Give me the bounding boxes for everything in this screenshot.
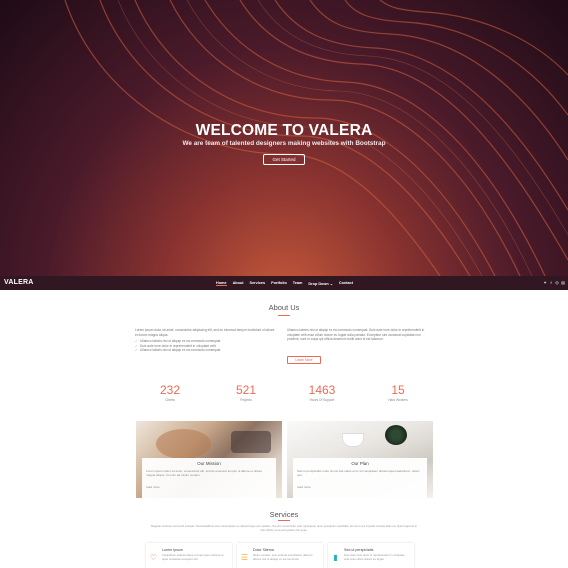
- service-title: Dolor Sitema: [253, 548, 274, 552]
- nav-item-drop-down-label: Drop Down: [308, 281, 329, 286]
- about-right-column: Ullamco laboris nisi ut aliquip ex ea co…: [287, 328, 433, 342]
- about-left-column: Lorem ipsum dolor sit amet, consectetur …: [135, 328, 275, 353]
- service-box[interactable]: ♡ Lorem Ipsum Voluptatum deleniti atque …: [146, 543, 232, 568]
- pulse-icon: ♡: [149, 553, 158, 562]
- service-box[interactable]: ☰ Dolor Sitema Minim veniam, quis nostru…: [237, 543, 323, 568]
- hero-section: WELCOME TO VALERA We are team of talente…: [0, 0, 568, 276]
- counter-workers: 15 Hard Workers: [368, 383, 428, 402]
- card-title: Our Mission: [197, 461, 221, 466]
- twitter-icon[interactable]: ✦: [543, 281, 547, 285]
- counter-value: 15: [391, 383, 405, 397]
- counter-hours: 1463 Hours Of Support: [292, 383, 352, 402]
- nav-item-services[interactable]: Services: [250, 281, 266, 286]
- card-panel: Our Mission Lorem ipsum dolor sit amet, …: [142, 458, 276, 498]
- counter-label: Clients: [165, 398, 175, 402]
- nav-item-contact[interactable]: Contact: [339, 281, 353, 286]
- social-links: ✦ f ◎ ▤: [543, 281, 565, 285]
- counter-projects: 521 Projects: [216, 383, 276, 402]
- chart-icon: ▮: [333, 553, 338, 562]
- plan-card: Our Plan Sed ut perspiciatis unde omnis …: [287, 421, 433, 498]
- get-started-button[interactable]: Get Started: [263, 154, 305, 165]
- about-right-text: Ullamco laboris nisi ut aliquip ex ea co…: [287, 328, 425, 342]
- learn-more-button[interactable]: Learn More: [287, 356, 321, 364]
- service-text: Minim veniam, quis nostrud exercitation …: [253, 553, 313, 561]
- read-more-link[interactable]: read more: [297, 485, 311, 489]
- counter-clients: 232 Clients: [140, 383, 200, 402]
- linkedin-icon[interactable]: ▤: [561, 281, 565, 285]
- counter-label: Projects: [240, 398, 252, 402]
- read-more-link[interactable]: read more: [146, 485, 160, 489]
- service-title: Sed ut perspiciatis: [344, 548, 374, 552]
- card-text: Lorem ipsum dolor sit amet, consectetur …: [146, 469, 263, 477]
- nav-item-about[interactable]: About: [233, 281, 244, 286]
- card-text: Sed ut perspiciatis unde omnis iste natu…: [297, 469, 420, 477]
- nav-item-home[interactable]: Home: [216, 281, 227, 286]
- facebook-icon[interactable]: f: [549, 281, 553, 285]
- counter-value: 521: [235, 383, 257, 397]
- services-intro: Magnam dolores commodi suscipit. Necessi…: [151, 524, 417, 532]
- site-logo[interactable]: VALERA: [4, 279, 33, 286]
- main-menu: Home About Services Portfolio Team Drop …: [216, 281, 353, 286]
- instagram-icon[interactable]: ◎: [555, 281, 559, 285]
- services-title-underline: [278, 520, 290, 521]
- card-image-cup: [342, 433, 364, 447]
- nav-item-team[interactable]: Team: [293, 281, 303, 286]
- card-image-tablet: [231, 431, 271, 453]
- card-image-person: [156, 429, 211, 459]
- about-title: About Us: [268, 303, 300, 312]
- navbar: VALERA Home About Services Portfolio Tea…: [0, 276, 568, 290]
- counter-value: 1463: [308, 383, 336, 397]
- services-title: Services: [269, 510, 299, 519]
- about-title-underline: [278, 315, 290, 316]
- file-icon: ☰: [240, 553, 249, 562]
- service-text: Voluptatum deleniti atque corrupti quos …: [162, 553, 224, 561]
- nav-item-portfolio[interactable]: Portfolio: [271, 281, 287, 286]
- counter-label: Hard Workers: [388, 398, 408, 402]
- card-image-plant: [385, 425, 407, 445]
- service-title: Lorem Ipsum: [162, 548, 183, 552]
- service-text: Duis aute irure dolor in reprehenderit i…: [344, 553, 405, 561]
- about-bullet: Ullamco laboris nisi ut aliquip ex ea co…: [135, 348, 275, 353]
- service-box[interactable]: ▮ Sed ut perspiciatis Duis aute irure do…: [328, 543, 414, 568]
- nav-item-drop-down[interactable]: Drop Down ⌄: [308, 281, 333, 286]
- card-title: Our Plan: [351, 461, 369, 466]
- hero-subtitle: We are team of talented designers making…: [182, 140, 386, 147]
- about-left-text: Lorem ipsum dolor sit amet, consectetur …: [135, 328, 275, 337]
- counter-value: 232: [159, 383, 181, 397]
- mission-card: Our Mission Lorem ipsum dolor sit amet, …: [136, 421, 282, 498]
- counter-label: Hours Of Support: [309, 398, 335, 402]
- hero-title: WELCOME TO VALERA: [195, 122, 373, 139]
- chevron-down-icon: ⌄: [328, 281, 333, 286]
- card-panel: Our Plan Sed ut perspiciatis unde omnis …: [293, 458, 427, 498]
- about-bullet-list: Ullamco laboris nisi ut aliquip ex ea co…: [135, 339, 275, 353]
